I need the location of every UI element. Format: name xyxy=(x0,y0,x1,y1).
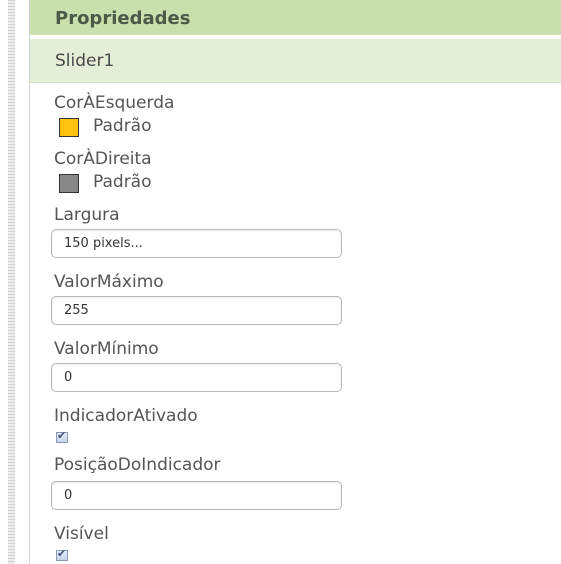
checkmark-icon: ✔ xyxy=(57,429,67,442)
width-label: Largura xyxy=(54,205,120,225)
color-swatch-yellow[interactable] xyxy=(59,118,79,137)
thumb-enabled-checkbox[interactable]: ✔ xyxy=(56,429,68,443)
component-name: Slider1 xyxy=(30,39,561,83)
max-value-label: ValorMáximo xyxy=(54,272,164,292)
thumb-position-input[interactable]: 0 xyxy=(51,481,342,510)
color-left-value[interactable]: Padrão xyxy=(93,116,152,136)
color-swatch-gray[interactable] xyxy=(59,174,79,193)
left-rail-splitter[interactable] xyxy=(0,0,30,564)
checkmark-icon: ✔ xyxy=(57,547,67,560)
visible-label: Visível xyxy=(54,524,109,544)
color-right-value[interactable]: Padrão xyxy=(93,172,152,192)
min-value-input[interactable]: 0 xyxy=(51,363,342,392)
min-value-label: ValorMínimo xyxy=(54,339,159,359)
visible-checkbox[interactable]: ✔ xyxy=(56,547,68,561)
panel-title: Propriedades xyxy=(30,0,561,37)
width-field[interactable]: 150 pixels... xyxy=(51,229,342,258)
thumb-position-label: PosiçãoDoIndicador xyxy=(54,455,221,475)
color-left-label: CorÀEsquerda xyxy=(54,93,175,113)
max-value-input[interactable]: 255 xyxy=(51,296,342,325)
thumb-enabled-label: IndicadorAtivado xyxy=(54,406,198,426)
color-right-label: CorÀDireita xyxy=(54,149,152,169)
